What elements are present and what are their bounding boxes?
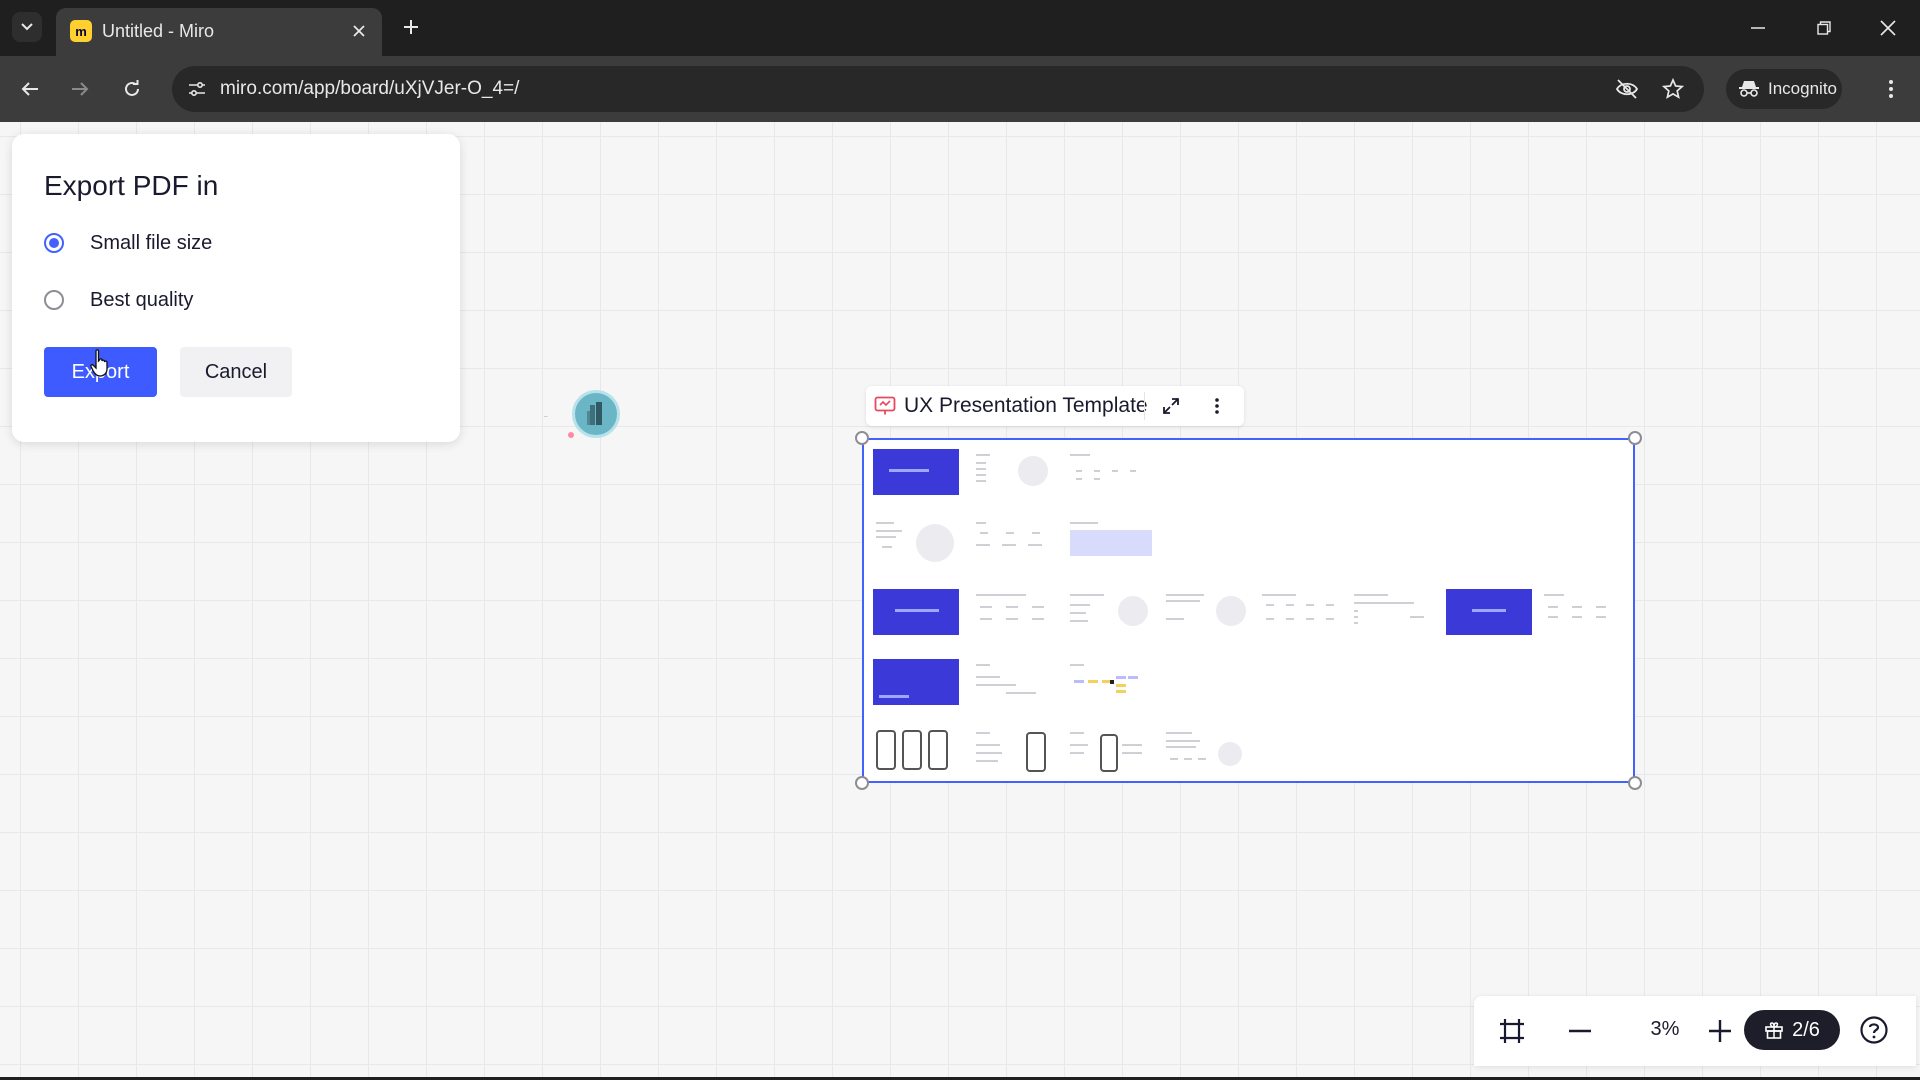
frame-more-button[interactable] (1202, 392, 1232, 420)
slide-thumbnail[interactable] (1070, 520, 1152, 564)
resize-handle-top-right[interactable] (1628, 431, 1642, 445)
slide-thumbnail[interactable] (1166, 730, 1242, 774)
tab-close-button[interactable] (348, 20, 370, 42)
site-info-button[interactable] (182, 74, 212, 104)
slide-thumbnail[interactable] (976, 520, 1048, 560)
whats-new-button[interactable]: 2/6 (1744, 1010, 1840, 1050)
slide-thumbnail[interactable] (873, 449, 959, 495)
option-label: Small file size (90, 231, 213, 254)
slide-thumbnail[interactable] (1070, 730, 1146, 774)
radio-small-file-size[interactable] (44, 233, 64, 253)
tracking-protection-button[interactable] (1612, 74, 1642, 104)
slide-thumbnail[interactable] (976, 592, 1048, 632)
gift-icon (1765, 1022, 1783, 1039)
close-icon (353, 25, 365, 37)
help-icon (1860, 1016, 1888, 1044)
forward-button[interactable] (62, 71, 98, 107)
bookmark-button[interactable] (1658, 74, 1688, 104)
restore-icon (1817, 21, 1831, 35)
slide-thumbnail[interactable] (976, 662, 1048, 702)
back-icon (21, 82, 38, 96)
slide-thumbnail[interactable] (1070, 452, 1150, 492)
minimize-icon (1751, 27, 1765, 29)
slide-thumbnail[interactable] (873, 589, 959, 635)
zoom-in-button[interactable] (1698, 1009, 1742, 1053)
plus-icon (404, 20, 418, 34)
restore-button[interactable] (1802, 8, 1846, 48)
window-close-icon (1880, 20, 1896, 36)
incognito-icon (1739, 81, 1759, 97)
slide-thumbnail[interactable] (976, 452, 1048, 492)
slide-thumbnail[interactable] (1262, 592, 1338, 632)
slide-thumbnail[interactable] (1354, 592, 1430, 632)
slide-thumbnail[interactable] (876, 520, 962, 562)
expand-icon (1163, 398, 1179, 414)
browser-menu-button[interactable] (1876, 71, 1906, 107)
avatar-image-icon (587, 402, 602, 425)
reload-icon (125, 80, 139, 96)
back-button[interactable] (12, 71, 48, 107)
fit-to-screen-button[interactable] (1490, 1009, 1534, 1053)
star-icon (1662, 78, 1684, 99)
export-pdf-panel: Export PDF in Small file size Best quali… (12, 134, 460, 442)
tab-list-icon (21, 23, 33, 31)
page-counter: 2/6 (1792, 1018, 1820, 1041)
new-tab-button[interactable] (396, 12, 426, 42)
slide-thumbnail[interactable] (876, 730, 952, 774)
fit-screen-icon (1500, 1019, 1524, 1043)
frame-expand-button[interactable] (1156, 392, 1186, 420)
resize-handle-top-left[interactable] (855, 431, 869, 445)
browser-titlebar: m Untitled - Miro (0, 0, 1920, 56)
reload-button[interactable] (114, 71, 150, 107)
zoom-out-button[interactable] (1558, 1009, 1602, 1053)
radio-best-quality[interactable] (44, 290, 64, 310)
site-info-icon (189, 81, 205, 97)
resize-handle-bottom-right[interactable] (1628, 776, 1642, 790)
forward-icon (72, 82, 89, 96)
browser-toolbar: miro.com/app/board/uXjVJer-O_4=/ Incogni… (0, 56, 1920, 123)
pointer-cursor-icon (90, 349, 108, 377)
frame-title: UX Presentation Template (904, 394, 1148, 417)
slide-thumbnail[interactable] (1166, 592, 1252, 632)
option-best-quality[interactable]: Best quality (44, 285, 193, 315)
zoom-out-icon (1569, 1029, 1591, 1033)
frame-header[interactable]: UX Presentation Template (866, 386, 1244, 426)
export-panel-title: Export PDF in (44, 170, 219, 201)
address-bar[interactable]: miro.com/app/board/uXjVJer-O_4=/ (172, 66, 1704, 112)
collaborator-cursor-dot (568, 432, 574, 438)
presentation-icon (874, 396, 896, 415)
slide-thumbnail[interactable] (873, 659, 959, 705)
option-small-file-size[interactable]: Small file size (44, 228, 212, 258)
slide-thumbnail[interactable] (976, 730, 1048, 774)
option-label: Best quality (90, 288, 194, 311)
help-button[interactable] (1854, 1010, 1894, 1050)
url-text: miro.com/app/board/uXjVJer-O_4=/ (220, 78, 520, 99)
kebab-menu-icon (1889, 80, 1893, 98)
slide-thumbnail[interactable] (1544, 592, 1616, 632)
collaborator-cursor-tag: ─ (544, 414, 548, 420)
browser-tab-active[interactable]: m Untitled - Miro (56, 8, 382, 56)
slide-thumbnail[interactable] (1070, 592, 1150, 632)
zoom-in-icon (1709, 1020, 1731, 1042)
minimize-button[interactable] (1736, 8, 1780, 48)
more-icon (1215, 398, 1219, 414)
tab-title: Untitled - Miro (102, 21, 215, 41)
collaborator-avatar[interactable] (572, 390, 620, 438)
incognito-label: Incognito (1768, 79, 1837, 98)
slide-thumbnail[interactable] (1446, 589, 1532, 635)
window-close-button[interactable] (1866, 8, 1910, 48)
resize-handle-bottom-left[interactable] (855, 776, 869, 790)
incognito-indicator[interactable]: Incognito (1726, 69, 1842, 109)
miro-logo-icon: m (70, 20, 92, 42)
tab-list-button[interactable] (12, 12, 42, 42)
zoom-toolbar: 3% 2/6 (1474, 996, 1916, 1066)
frame-header-divider (1144, 392, 1145, 420)
presentation-frame[interactable] (862, 438, 1635, 783)
eye-off-icon (1615, 79, 1639, 99)
slide-thumbnail[interactable] (1070, 662, 1142, 702)
cancel-button[interactable]: Cancel (180, 347, 292, 397)
zoom-level[interactable]: 3% (1630, 1018, 1700, 1041)
